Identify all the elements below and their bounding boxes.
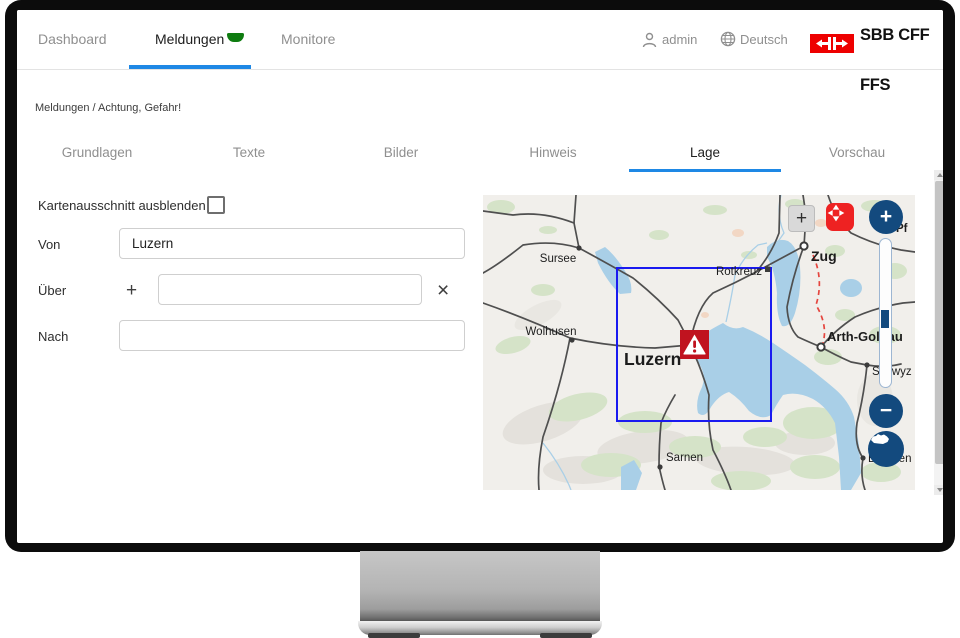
language-selector[interactable]: Deutsch (740, 10, 788, 69)
tab-hinweis[interactable]: Hinweis (477, 138, 629, 172)
map-label-sursee: Sursee (540, 253, 576, 265)
top-nav: Dashboard Meldungen Monitore admin Deuts… (17, 10, 943, 70)
breadcrumb: Meldungen / Achtung, Gefahr! (35, 102, 181, 114)
von-label: Von (38, 237, 60, 252)
nav-item-dashboard[interactable]: Dashboard (38, 10, 107, 69)
map-label-wolhusen: Wolhusen (526, 326, 577, 338)
nach-label: Nach (38, 329, 68, 344)
zoom-out-button[interactable]: − (869, 394, 903, 428)
monitor-stand (360, 551, 600, 622)
von-input[interactable] (119, 228, 465, 259)
monitor-foot-right (540, 633, 592, 638)
scroll-down-arrow[interactable] (934, 485, 943, 495)
switzerland-icon (868, 431, 892, 447)
map-label-sarnen: Sarnen (666, 452, 703, 464)
zoom-in-button[interactable]: + (869, 200, 903, 234)
monitor-bezel: Dashboard Meldungen Monitore admin Deuts… (5, 0, 955, 552)
tab-bar: Grundlagen Texte Bilder Hinweis Lage Vor… (21, 138, 933, 172)
user-icon (642, 32, 657, 53)
warning-marker-icon[interactable] (680, 330, 709, 359)
zoom-slider-handle[interactable] (881, 310, 889, 328)
globe-icon (720, 31, 736, 52)
user-name[interactable]: admin (662, 10, 697, 69)
nav-item-monitore[interactable]: Monitore (281, 10, 335, 69)
nav-item-meldungen[interactable]: Meldungen (155, 10, 224, 69)
map-label-rotkreuz: Rotkreuz (716, 266, 762, 278)
hide-map-label: Kartenausschnitt ausblenden (38, 198, 206, 213)
map-label-zug: Zug (811, 248, 837, 264)
map-pan-button[interactable] (826, 203, 854, 231)
map-canvas: Sursee Wolhusen Rotkreuz Zug Arth-Goldau… (483, 195, 915, 490)
pan-arrows-icon (826, 203, 846, 223)
reset-extent-button[interactable] (868, 431, 904, 467)
hide-map-checkbox[interactable] (207, 196, 225, 214)
vertical-scrollbar[interactable] (934, 170, 943, 495)
page: Dashboard Meldungen Monitore admin Deuts… (0, 0, 960, 638)
tab-grundlagen[interactable]: Grundlagen (21, 138, 173, 172)
sbb-logo-icon (810, 34, 854, 53)
app-window: Dashboard Meldungen Monitore admin Deuts… (17, 10, 943, 543)
meldungen-status-icon (227, 33, 244, 42)
add-via-icon[interactable]: + (126, 281, 137, 300)
ueber-label: Über (38, 283, 66, 298)
zoom-slider[interactable] (879, 238, 892, 388)
clear-via-icon[interactable]: × (437, 281, 449, 300)
tab-lage[interactable]: Lage (629, 138, 781, 172)
map-panel[interactable]: Sursee Wolhusen Rotkreuz Zug Arth-Goldau… (483, 195, 915, 490)
map-label-luzern: Luzern (624, 349, 681, 369)
map-add-button[interactable]: + (788, 205, 815, 232)
scrollbar-thumb[interactable] (935, 181, 943, 464)
monitor-foot-left (368, 633, 420, 638)
tab-vorschau[interactable]: Vorschau (781, 138, 933, 172)
tab-texte[interactable]: Texte (173, 138, 325, 172)
ueber-input[interactable] (158, 274, 422, 305)
tab-bilder[interactable]: Bilder (325, 138, 477, 172)
active-nav-underline (129, 65, 251, 69)
nach-input[interactable] (119, 320, 465, 351)
scroll-up-arrow[interactable] (934, 170, 943, 180)
brand-name: SBB CFF FFS (860, 10, 943, 69)
